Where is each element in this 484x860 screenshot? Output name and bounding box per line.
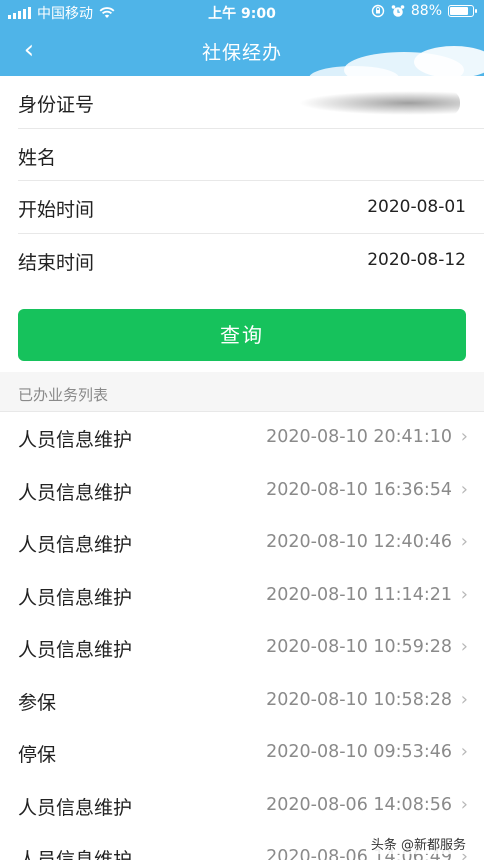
- record-list: 人员信息维护 2020-08-10 20:41:10 › 人员信息维护 2020…: [0, 412, 484, 860]
- chevron-right-icon: ›: [460, 478, 468, 500]
- record-item[interactable]: 人员信息维护 2020-08-10 11:14:21 ›: [0, 570, 484, 623]
- chevron-right-icon: ›: [460, 793, 468, 815]
- record-time: 2020-08-10 09:53:46: [266, 742, 452, 762]
- record-time: 2020-08-10 10:59:28: [266, 637, 452, 657]
- record-name: 人员信息维护: [18, 586, 133, 609]
- start-date-row[interactable]: 开始时间 2020-08-01: [18, 181, 484, 234]
- record-time: 2020-08-06 14:08:56: [266, 794, 452, 815]
- page-title: 社保经办: [201, 42, 282, 64]
- name-label: 姓名: [18, 146, 57, 169]
- record-item[interactable]: 人员信息维护 2020-08-10 10:59:28 ›: [0, 622, 484, 675]
- alarm-icon: [391, 5, 405, 17]
- record-time: 2020-08-10 20:41:10: [266, 427, 452, 447]
- record-item[interactable]: 人员信息维护 2020-08-06 14:08:56 ›: [0, 780, 484, 833]
- record-item[interactable]: 人员信息维护 2020-08-10 20:41:10 ›: [0, 412, 484, 465]
- end-date-label: 结束时间: [18, 251, 95, 274]
- record-name: 人员信息维护: [18, 849, 133, 860]
- watermark: 头条 @新都服务: [366, 833, 470, 854]
- battery-percent: 88%: [410, 3, 442, 19]
- record-name: 人员信息维护: [18, 534, 133, 556]
- app-header: 中国移动 上午 9:00 88% ‹ 社保经办: [0, 0, 484, 90]
- end-date-row[interactable]: 结束时间 2020-08-12: [18, 234, 484, 287]
- start-date-value[interactable]: 2020-08-01: [367, 197, 466, 217]
- chevron-right-icon: ›: [460, 531, 468, 552]
- record-time: 2020-08-10 10:58:28: [266, 689, 452, 710]
- record-name: 人员信息维护: [18, 481, 133, 504]
- id-number-row[interactable]: 身份证号: [18, 76, 484, 129]
- record-item[interactable]: 人员信息维护 2020-08-10 16:36:54 ›: [0, 465, 484, 518]
- redacted-id-number: [290, 90, 460, 116]
- record-name: 人员信息维护: [18, 429, 133, 451]
- record-name: 停保: [18, 744, 57, 766]
- id-number-label: 身份证号: [18, 94, 95, 116]
- record-time: 2020-08-10 12:40:46: [266, 532, 452, 552]
- record-name: 人员信息维护: [18, 639, 133, 661]
- record-item[interactable]: 参保 2020-08-10 10:58:28 ›: [0, 675, 484, 728]
- chevron-right-icon: ›: [460, 636, 468, 657]
- name-row[interactable]: 姓名: [18, 129, 484, 181]
- chevron-right-icon: ›: [460, 426, 468, 447]
- record-time: 2020-08-10 16:36:54: [266, 479, 452, 500]
- orientation-lock-icon: [371, 4, 385, 18]
- list-title: 已办业务列表: [18, 386, 109, 404]
- status-bar: 中国移动 上午 9:00 88%: [0, 0, 484, 24]
- query-button[interactable]: 查询: [18, 309, 466, 361]
- record-item[interactable]: 停保 2020-08-10 09:53:46 ›: [0, 727, 484, 780]
- record-time: 2020-08-10 11:14:21: [266, 584, 452, 605]
- nav-bar: ‹ 社保经办: [0, 28, 484, 72]
- chevron-right-icon: ›: [460, 741, 468, 762]
- chevron-right-icon: ›: [460, 688, 468, 710]
- query-form: 身份证号 姓名 开始时间 2020-08-01 结束时间 2020-08-12: [0, 76, 484, 286]
- start-date-label: 开始时间: [18, 199, 95, 221]
- list-section-header: 已办业务列表: [0, 372, 484, 412]
- battery-icon: [448, 5, 477, 17]
- chevron-right-icon: ›: [460, 583, 468, 605]
- record-name: 参保: [18, 691, 57, 714]
- end-date-value[interactable]: 2020-08-12: [367, 250, 466, 270]
- record-item[interactable]: 人员信息维护 2020-08-10 12:40:46 ›: [0, 517, 484, 570]
- record-name: 人员信息维护: [18, 796, 133, 819]
